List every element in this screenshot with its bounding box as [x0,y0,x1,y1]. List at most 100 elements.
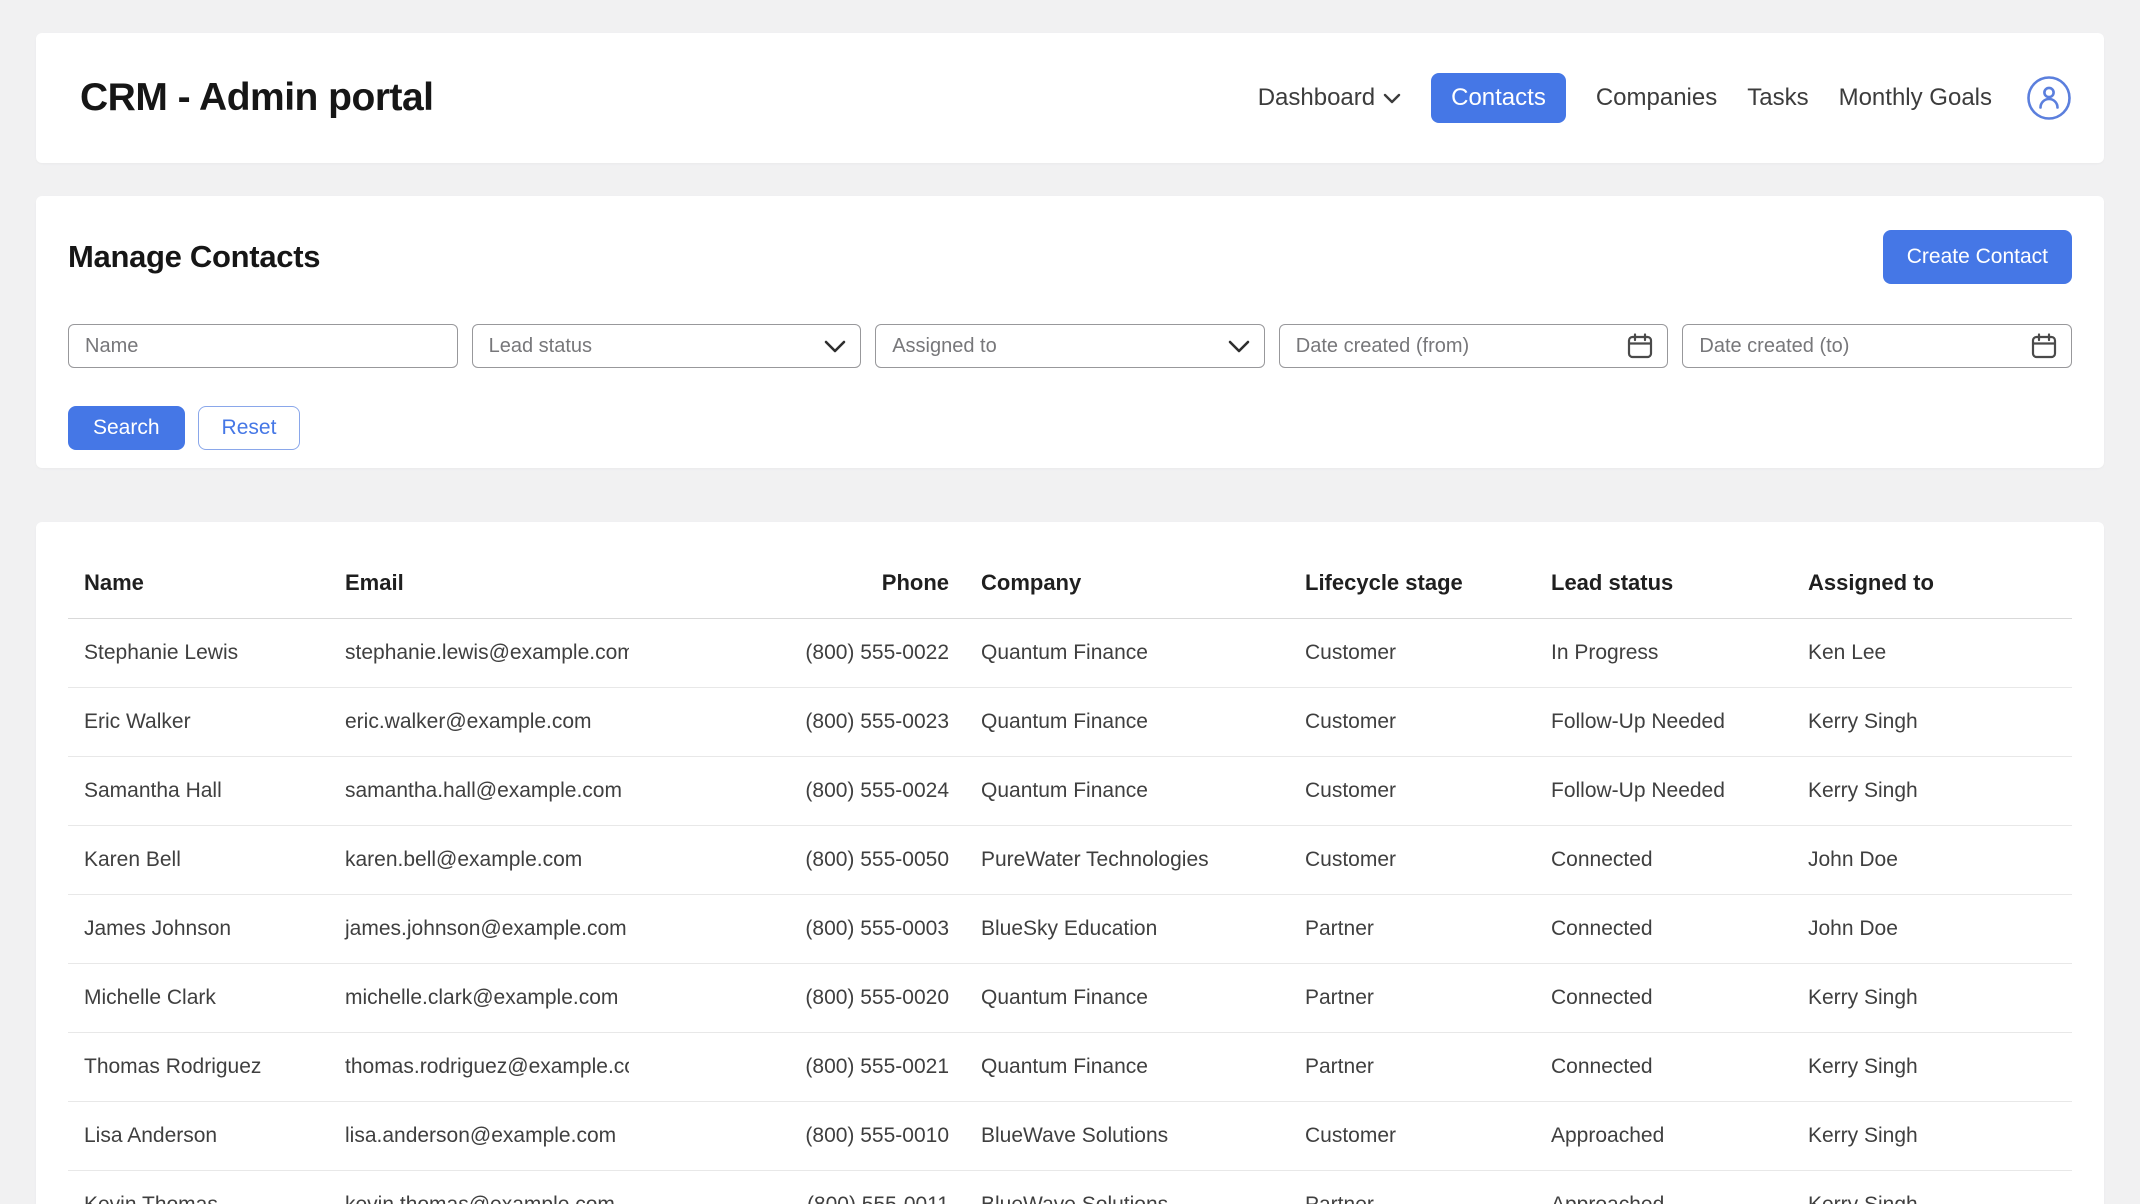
cell-phone: (800) 555-0023 [629,687,965,756]
column-header-email: Email [329,548,629,618]
lead-status-select[interactable]: Lead status [472,324,862,368]
cell-company: Quantum Finance [965,1032,1289,1101]
cell-lifecycle-stage: Customer [1289,618,1535,687]
column-header-assigned-to: Assigned to [1792,548,2072,618]
cell-name: Thomas Rodriguez [68,1032,329,1101]
name-filter-input[interactable] [85,335,443,358]
table-row[interactable]: Stephanie Lewisstephanie.lewis@example.c… [68,618,2072,687]
cell-lead-status: Connected [1535,963,1792,1032]
cell-phone: (800) 555-0003 [629,894,965,963]
cell-name: Kevin Thomas [68,1170,329,1204]
date-to-field [1682,324,2072,368]
cell-company: BlueSky Education [965,894,1289,963]
filter-row: Lead status Assigned to [68,324,2072,368]
table-row[interactable]: Thomas Rodriguezthomas.rodriguez@example… [68,1032,2072,1101]
table-row[interactable]: Karen Bellkaren.bell@example.com(800) 55… [68,825,2072,894]
cell-lifecycle-stage: Customer [1289,756,1535,825]
cell-lifecycle-stage: Customer [1289,687,1535,756]
app-header: CRM - Admin portal Dashboard Contacts Co… [36,33,2104,163]
main-nav: Dashboard Contacts Companies Tasks Month… [1258,73,2072,123]
cell-assigned-to: Kerry Singh [1792,756,2072,825]
cell-name: Michelle Clark [68,963,329,1032]
nav-item-tasks[interactable]: Tasks [1747,84,1808,112]
cell-lead-status: Connected [1535,825,1792,894]
cell-lifecycle-stage: Customer [1289,1101,1535,1170]
date-from-field [1279,324,1669,368]
filter-actions: Search Reset [68,406,2072,450]
nav-item-dashboard[interactable]: Dashboard [1258,84,1401,112]
cell-name: Samantha Hall [68,756,329,825]
cell-phone: (800) 555-0050 [629,825,965,894]
cell-email: samantha.hall@example.com [329,756,629,825]
cell-phone: (800) 555-0010 [629,1101,965,1170]
assigned-to-placeholder: Assigned to [892,335,1220,358]
cell-lead-status: In Progress [1535,618,1792,687]
table-row[interactable]: Lisa Andersonlisa.anderson@example.com(8… [68,1101,2072,1170]
cell-email: james.johnson@example.com [329,894,629,963]
cell-assigned-to: Kerry Singh [1792,1032,2072,1101]
cell-phone: (800) 555-0020 [629,963,965,1032]
cell-email: thomas.rodriguez@example.com [329,1032,629,1101]
table-row[interactable]: Kevin Thomaskevin.thomas@example.com(800… [68,1170,2072,1204]
cell-lead-status: Approached [1535,1101,1792,1170]
cell-company: Quantum Finance [965,687,1289,756]
nav-contacts-label: Contacts [1451,84,1546,112]
search-button[interactable]: Search [68,406,185,450]
nav-item-companies[interactable]: Companies [1596,84,1717,112]
page-title: Manage Contacts [68,239,320,275]
nav-item-contacts[interactable]: Contacts [1431,73,1566,123]
nav-item-monthly-goals[interactable]: Monthly Goals [1839,84,1992,112]
cell-email: michelle.clark@example.com [329,963,629,1032]
column-header-lifecycle-stage: Lifecycle stage [1289,548,1535,618]
cell-phone: (800) 555-0024 [629,756,965,825]
date-to-input[interactable] [1699,335,2023,358]
cell-company: BlueWave Solutions [965,1170,1289,1204]
cell-company: PureWater Technologies [965,825,1289,894]
contacts-table-card: NameEmailPhoneCompanyLifecycle stageLead… [36,522,2104,1204]
nav-companies-label: Companies [1596,84,1717,112]
cell-lifecycle-stage: Partner [1289,1170,1535,1204]
chevron-down-icon [824,340,846,353]
cell-email: karen.bell@example.com [329,825,629,894]
lead-status-placeholder: Lead status [489,335,817,358]
cell-assigned-to: Kerry Singh [1792,963,2072,1032]
cell-email: lisa.anderson@example.com [329,1101,629,1170]
cell-assigned-to: Ken Lee [1792,618,2072,687]
nav-monthly-goals-label: Monthly Goals [1839,84,1992,112]
calendar-icon[interactable] [1627,332,1653,360]
cell-company: Quantum Finance [965,963,1289,1032]
table-row[interactable]: Samantha Hallsamantha.hall@example.com(8… [68,756,2072,825]
cell-name: Lisa Anderson [68,1101,329,1170]
cell-lifecycle-stage: Partner [1289,1032,1535,1101]
app-title: CRM - Admin portal [80,76,434,120]
cell-company: Quantum Finance [965,756,1289,825]
cell-lead-status: Connected [1535,894,1792,963]
calendar-icon[interactable] [2031,332,2057,360]
column-header-phone: Phone [629,548,965,618]
cell-assigned-to: Kerry Singh [1792,687,2072,756]
date-from-input[interactable] [1296,335,1620,358]
cell-email: eric.walker@example.com [329,687,629,756]
table-row[interactable]: Eric Walkereric.walker@example.com(800) … [68,687,2072,756]
table-row[interactable]: James Johnsonjames.johnson@example.com(8… [68,894,2072,963]
chevron-down-icon [1228,340,1250,353]
page: CRM - Admin portal Dashboard Contacts Co… [0,0,2140,1204]
table-row[interactable]: Michelle Clarkmichelle.clark@example.com… [68,963,2072,1032]
cell-lifecycle-stage: Partner [1289,963,1535,1032]
column-header-lead-status: Lead status [1535,548,1792,618]
panel-header: Manage Contacts Create Contact [68,226,2072,288]
user-avatar-icon[interactable] [2026,75,2072,121]
cell-lead-status: Approached [1535,1170,1792,1204]
create-contact-button[interactable]: Create Contact [1883,230,2072,284]
contacts-table: NameEmailPhoneCompanyLifecycle stageLead… [68,548,2072,1204]
cell-name: James Johnson [68,894,329,963]
column-header-company: Company [965,548,1289,618]
name-filter-field [68,324,458,368]
nav-tasks-label: Tasks [1747,84,1808,112]
cell-email: stephanie.lewis@example.com [329,618,629,687]
cell-phone: (800) 555-0021 [629,1032,965,1101]
assigned-to-select[interactable]: Assigned to [875,324,1265,368]
reset-button[interactable]: Reset [198,406,301,450]
cell-company: Quantum Finance [965,618,1289,687]
cell-name: Eric Walker [68,687,329,756]
